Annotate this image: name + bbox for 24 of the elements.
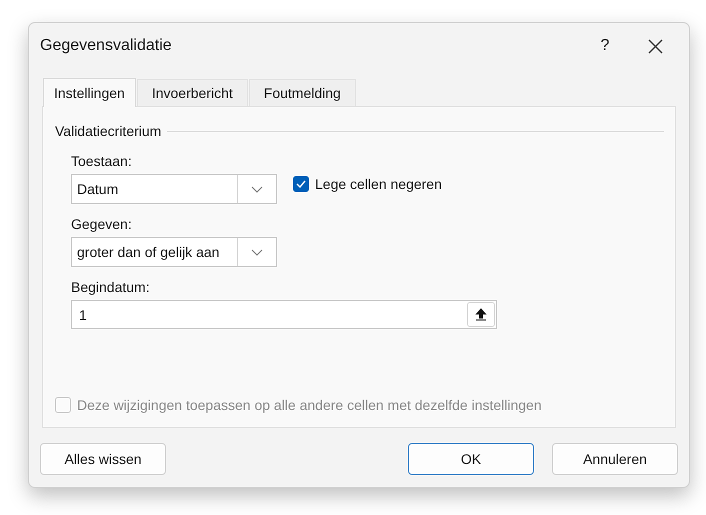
chevron-down-icon (251, 186, 263, 192)
tab[interactable]: Instellingen (43, 78, 136, 107)
checkbox-label: Lege cellen negeren (315, 176, 442, 192)
operator-dropdown[interactable]: groter dan of gelijk aan (71, 237, 277, 267)
field-label: Toestaan: (71, 152, 132, 171)
dialog-button[interactable]: Annuleren (552, 443, 678, 475)
tab[interactable]: Foutmelding (248, 79, 356, 106)
window-title: Gegevensvalidatie (40, 37, 173, 55)
dialog-button[interactable]: OK (408, 443, 534, 475)
dialog-button[interactable]: Alles wissen (40, 443, 166, 475)
group-title: Validatiecriterium (55, 123, 162, 139)
checkbox-label: Deze wijzigingen toepassen op alle andere cellen met dezelfde instellingen (77, 397, 542, 413)
allow-dropdown[interactable]: Datum (71, 174, 277, 204)
help-button[interactable]: ? (590, 37, 620, 55)
field-label: Begindatum: (71, 278, 150, 297)
checkbox[interactable] (293, 176, 309, 192)
range-select-button[interactable] (467, 302, 495, 327)
close-icon[interactable] (648, 38, 663, 54)
field-label: Gegeven: (71, 215, 132, 234)
arrow-up-icon (475, 308, 487, 321)
checkmark-icon (296, 180, 306, 188)
input-field[interactable]: 1 (71, 300, 497, 329)
chevron-down-icon (251, 248, 263, 256)
tab[interactable]: Invoerbericht (136, 79, 248, 106)
